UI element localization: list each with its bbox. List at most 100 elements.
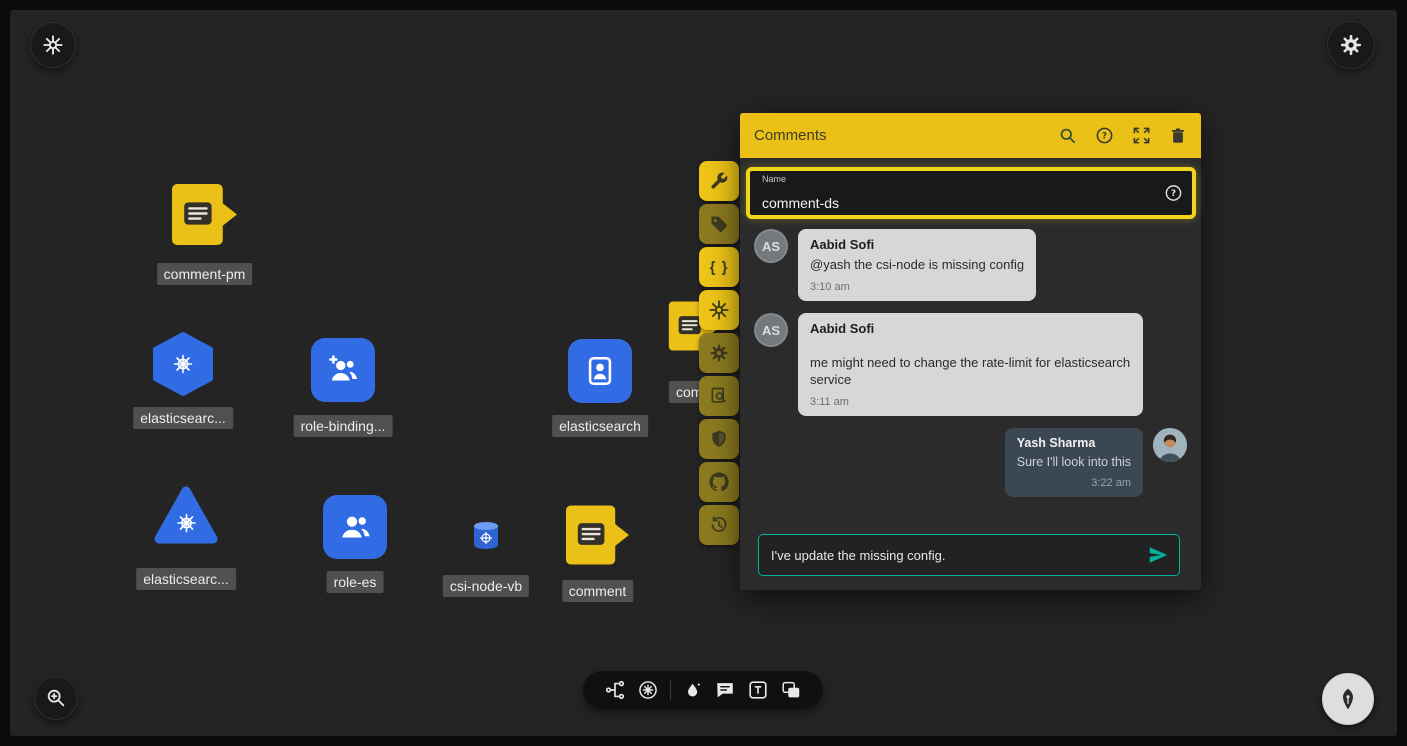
help-icon: ?	[1095, 126, 1114, 145]
node-label: comment	[562, 580, 634, 602]
delete-button[interactable]	[1169, 127, 1187, 145]
node-comment-pm[interactable]: comment-pm	[171, 183, 238, 251]
message: AS Aabid Sofi me might need to change th…	[754, 313, 1187, 416]
kubernetes-triangle-icon	[153, 485, 219, 547]
node-label: role-binding...	[294, 415, 393, 437]
message-list: AS Aabid Sofi @yash the csi-node is miss…	[754, 229, 1187, 497]
wrench-button[interactable]	[699, 161, 739, 201]
gear-icon	[1339, 33, 1363, 57]
node-elasticsearch-triangle[interactable]: elasticsearc...	[153, 485, 219, 552]
message-text: me might need to change the rate-limit f…	[810, 354, 1131, 388]
send-button[interactable]	[1147, 544, 1169, 566]
braces-icon: { }	[710, 259, 729, 276]
search-icon	[1058, 126, 1077, 145]
comments-panel: Comments ?	[740, 113, 1201, 590]
avatar: AS	[754, 313, 788, 347]
name-field-label: Name	[762, 174, 786, 184]
message-time: 3:11 am	[810, 396, 1131, 408]
node-label: elasticsearc...	[133, 407, 233, 429]
tag-button[interactable]	[699, 204, 739, 244]
panel-title: Comments	[754, 127, 827, 144]
comment-input[interactable]	[771, 548, 1147, 563]
braces-button[interactable]: { }	[699, 247, 739, 287]
message-author: Aabid Sofi	[810, 237, 1024, 252]
pen-tool-button[interactable]	[1322, 673, 1374, 725]
meshery-logo-button[interactable]	[30, 22, 76, 68]
node-action-toolbar: { }	[699, 161, 739, 545]
help-icon: ?	[1164, 184, 1183, 203]
pen-nib-icon	[1335, 686, 1361, 712]
shield-icon	[709, 429, 729, 449]
message-bubble: Aabid Sofi @yash the csi-node is missing…	[798, 229, 1036, 301]
name-field: Name ?	[746, 167, 1196, 219]
shapes-dock	[583, 671, 823, 709]
kubernetes-wheel-icon	[708, 299, 730, 321]
node-settings-button[interactable]	[699, 333, 739, 373]
node-elasticsearch-hexagon[interactable]: elasticsearc...	[152, 332, 214, 401]
help-button[interactable]: ?	[1095, 126, 1114, 145]
comment-icon	[714, 679, 736, 701]
svg-text:?: ?	[1171, 189, 1176, 199]
kubernetes-hexagon-icon	[152, 332, 214, 396]
github-button[interactable]	[699, 462, 739, 502]
name-input[interactable]	[762, 195, 1122, 211]
shield-button[interactable]	[699, 419, 739, 459]
history-icon	[709, 515, 729, 535]
node-label: role-es	[327, 571, 384, 593]
storage-cylinder-icon	[472, 521, 500, 551]
node-label: comment-pm	[157, 263, 253, 285]
kubernetes-button[interactable]	[699, 290, 739, 330]
scan-document-icon	[709, 386, 729, 406]
avatar-photo	[1153, 428, 1187, 462]
message-bubble: Yash Sharma Sure I'll look into this 3:2…	[1005, 428, 1143, 497]
ink-drop-button[interactable]	[683, 680, 703, 700]
search-button[interactable]	[1058, 126, 1077, 145]
node-role-es[interactable]: role-es	[323, 495, 387, 559]
ink-drop-icon	[683, 680, 703, 700]
message-author: Aabid Sofi	[810, 321, 1131, 336]
gear-icon	[709, 343, 729, 363]
svg-text:?: ?	[1102, 132, 1107, 142]
panel-header-icons: ?	[1058, 126, 1187, 145]
message: Yash Sharma Sure I'll look into this 3:2…	[754, 428, 1187, 497]
text-tool-button[interactable]	[747, 679, 769, 701]
trash-icon	[1169, 127, 1187, 145]
kubernetes-dock-button[interactable]	[637, 679, 659, 701]
tag-icon	[709, 214, 729, 234]
media-tool-button[interactable]	[780, 679, 802, 701]
name-help-button[interactable]: ?	[1164, 184, 1183, 203]
zoom-button[interactable]	[34, 676, 78, 720]
node-comment[interactable]: comment	[565, 504, 630, 571]
message-author: Yash Sharma	[1017, 436, 1131, 450]
dock-divider	[670, 680, 671, 700]
meshery-logo-icon	[42, 34, 64, 56]
comment-composer	[758, 534, 1180, 576]
history-button[interactable]	[699, 505, 739, 545]
kubernetes-icon	[637, 679, 659, 701]
node-role-binding[interactable]: role-binding...	[311, 338, 375, 402]
node-label: csi-node-vb	[443, 575, 529, 597]
message-bubble: Aabid Sofi me might need to change the r…	[798, 313, 1143, 416]
role-icon	[323, 495, 387, 559]
connect-nodes-icon	[604, 679, 626, 701]
role-binding-icon	[311, 338, 375, 402]
expand-button[interactable]	[1132, 126, 1151, 145]
comment-shape-icon	[171, 183, 238, 246]
github-icon	[709, 472, 729, 492]
comments-panel-header[interactable]: Comments ?	[740, 113, 1201, 158]
node-elasticsearch-serviceaccount[interactable]: elasticsearch	[568, 339, 632, 403]
message-time: 3:22 am	[1017, 477, 1131, 489]
settings-button[interactable]	[1327, 21, 1375, 69]
text-tool-icon	[747, 679, 769, 701]
message-text: @yash the csi-node is missing config	[810, 256, 1024, 273]
media-icon	[780, 679, 802, 701]
node-label: elasticsearc...	[136, 568, 236, 590]
avatar: AS	[754, 229, 788, 263]
user-photo-icon	[1153, 428, 1187, 462]
scan-document-button[interactable]	[699, 376, 739, 416]
message: AS Aabid Sofi @yash the csi-node is miss…	[754, 229, 1187, 301]
comment-shape-icon	[565, 504, 630, 566]
node-csi-node-vb[interactable]: csi-node-vb	[472, 521, 500, 556]
comment-tool-button[interactable]	[714, 679, 736, 701]
connect-nodes-button[interactable]	[604, 679, 626, 701]
